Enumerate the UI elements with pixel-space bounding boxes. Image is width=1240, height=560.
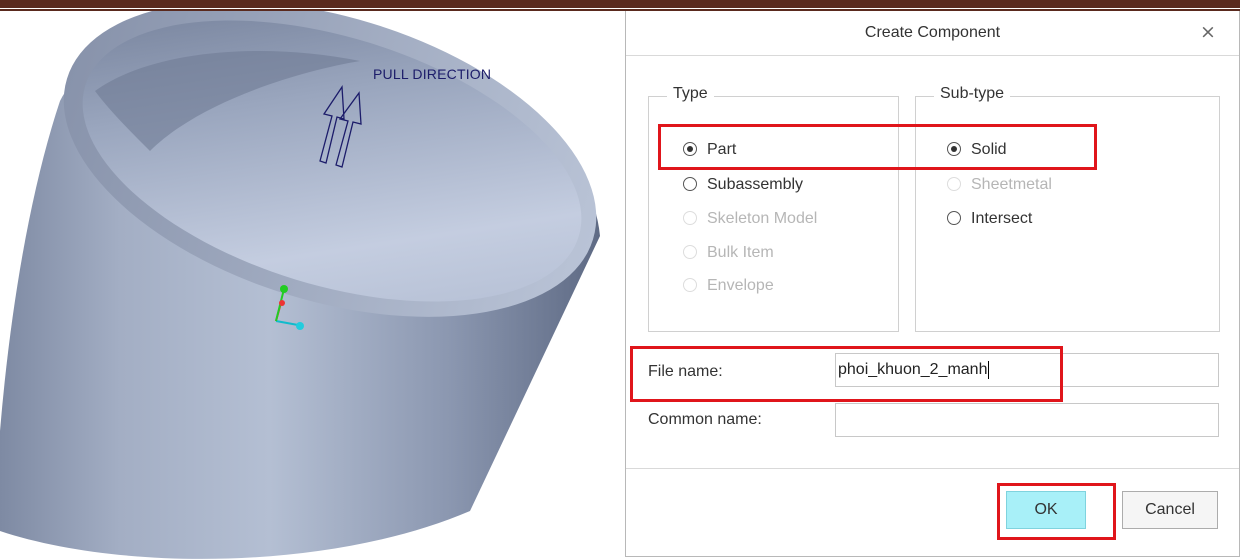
subtype-group: Sub-type <box>915 85 1220 332</box>
type-group-label: Type <box>667 85 714 103</box>
type-option-label: Part <box>707 141 737 158</box>
common-name-label: Common name: <box>648 411 762 428</box>
type-option-label: Skeleton Model <box>707 210 818 227</box>
cylinder-model <box>0 11 600 559</box>
file-name-label: File name: <box>648 363 723 380</box>
subtype-option-label: Intersect <box>971 210 1033 227</box>
radio-icon <box>683 177 697 191</box>
type-option-label: Subassembly <box>707 176 804 193</box>
document-header-bar <box>0 0 1240 8</box>
radio-selected-icon <box>947 142 961 156</box>
model-viewport[interactable]: PULL DIRECTION <box>0 11 622 560</box>
footer-divider <box>626 468 1239 469</box>
pull-direction-label: PULL DIRECTION <box>373 66 492 82</box>
file-name-value: phoi_khuon_2_manh <box>838 361 988 378</box>
subtype-option-label: Sheetmetal <box>971 176 1052 193</box>
cancel-button[interactable]: Cancel <box>1122 491 1218 529</box>
text-caret <box>988 360 990 379</box>
radio-icon <box>683 245 697 259</box>
radio-icon <box>947 177 961 191</box>
ok-button[interactable]: OK <box>1006 491 1086 529</box>
radio-icon <box>683 278 697 292</box>
common-name-field[interactable] <box>835 403 1219 437</box>
dialog-title-bar[interactable]: Create Component × <box>626 11 1239 56</box>
radio-icon <box>947 211 961 225</box>
radio-icon <box>683 211 697 225</box>
dialog-title: Create Component <box>864 24 1001 41</box>
close-icon[interactable]: × <box>1200 21 1216 43</box>
file-name-field[interactable]: phoi_khuon_2_manh <box>835 353 1219 387</box>
create-component-dialog: Create Component × Type Part Subassembly… <box>625 11 1240 557</box>
type-option-label: Bulk Item <box>707 244 774 261</box>
radio-selected-icon <box>683 142 697 156</box>
subtype-group-label: Sub-type <box>934 85 1011 103</box>
subtype-option-label: Solid <box>971 141 1007 158</box>
type-option-label: Envelope <box>707 277 774 294</box>
